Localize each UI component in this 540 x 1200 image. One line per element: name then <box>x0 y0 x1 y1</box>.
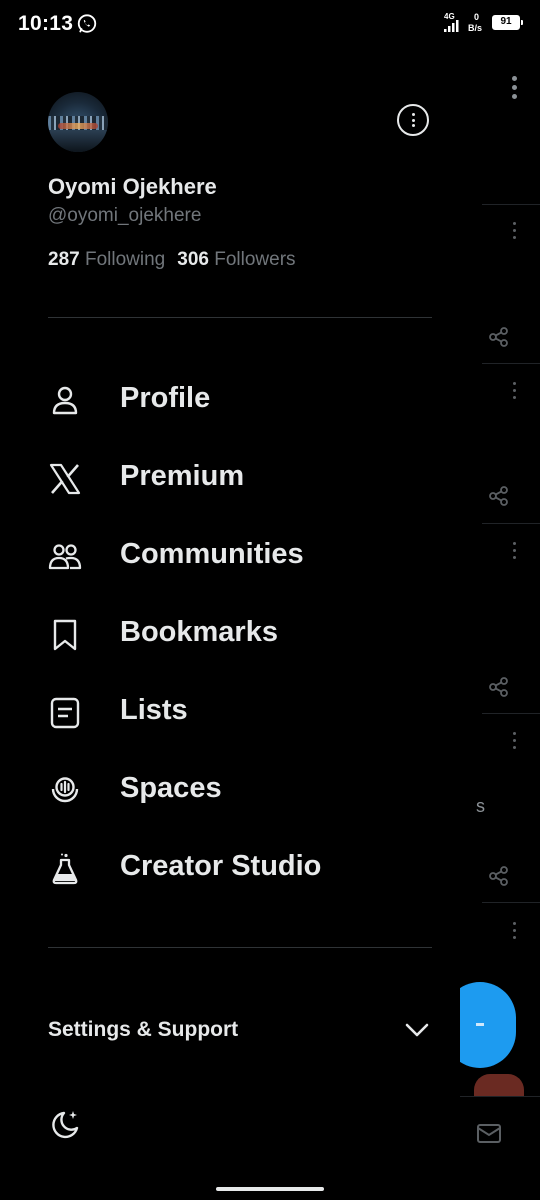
nav-label-premium: Premium <box>120 460 245 492</box>
data-speed-unit: B/s <box>468 23 483 33</box>
compose-fab[interactable] <box>460 982 516 1068</box>
nav-item-premium[interactable]: Premium <box>0 446 460 510</box>
nav-label-spaces: Spaces <box>120 772 222 804</box>
post-more-icon[interactable] <box>512 542 516 562</box>
menu-divider <box>48 947 432 948</box>
whatsapp-icon <box>77 14 97 33</box>
followers-link[interactable]: 306 Followers <box>177 249 295 270</box>
follow-stats: 287 Following 306 Followers <box>48 249 296 271</box>
timeline-partial-text: s <box>476 796 485 816</box>
nav-item-creator-studio[interactable]: Creator Studio <box>0 836 460 900</box>
bottom-nav-bar <box>460 1096 540 1200</box>
signal-icon <box>444 20 459 32</box>
settings-support-toggle[interactable]: Settings & Support <box>0 1004 460 1056</box>
share-icon[interactable] <box>488 326 510 348</box>
side-drawer: Oyomi Ojekhere @oyomi_ojekhere 287 Follo… <box>0 0 460 1200</box>
dark-mode-icon[interactable] <box>48 1108 82 1142</box>
person-icon <box>52 386 78 415</box>
timeline-more-icon[interactable] <box>512 76 517 99</box>
status-time: 10:13 <box>18 12 74 35</box>
spaces-icon <box>51 777 79 803</box>
followers-label: Followers <box>214 249 296 270</box>
following-label: Following <box>84 249 166 270</box>
share-icon[interactable] <box>488 676 510 698</box>
share-icon[interactable] <box>488 865 510 887</box>
post-more-icon[interactable] <box>512 382 516 402</box>
avatar[interactable] <box>48 92 108 152</box>
battery-icon: 91 <box>492 15 523 30</box>
nav-item-communities[interactable]: Communities <box>0 524 460 588</box>
user-handle[interactable]: @oyomi_ojekhere <box>48 205 201 227</box>
x-logo-icon <box>49 463 81 495</box>
avatar-city-lights <box>58 123 98 129</box>
nav-label-lists: Lists <box>120 694 188 726</box>
bookmark-icon <box>53 619 77 651</box>
timeline-divider <box>482 902 540 903</box>
compose-plus-icon <box>476 1023 484 1026</box>
timeline-divider <box>482 204 540 205</box>
nav-label-bookmarks: Bookmarks <box>120 616 278 648</box>
nav-item-lists[interactable]: Lists <box>0 680 460 744</box>
nav-label-communities: Communities <box>120 538 304 570</box>
profile-divider <box>48 317 432 318</box>
share-icon[interactable] <box>488 485 510 507</box>
nav-label-creator-studio: Creator Studio <box>120 850 322 882</box>
mail-icon[interactable] <box>476 1120 502 1146</box>
communities-icon <box>48 544 82 570</box>
data-speed-value: 0 <box>474 12 480 22</box>
followers-count: 306 <box>177 249 209 270</box>
chevron-down-icon <box>405 1023 429 1037</box>
post-more-icon[interactable] <box>512 922 516 942</box>
home-indicator[interactable] <box>216 1187 324 1191</box>
timeline-divider <box>482 363 540 364</box>
list-icon <box>50 697 80 729</box>
nav-item-profile[interactable]: Profile <box>0 368 460 432</box>
post-more-icon[interactable] <box>512 222 516 242</box>
post-more-icon[interactable] <box>512 732 516 752</box>
timeline-divider <box>482 523 540 524</box>
following-link[interactable]: 287 Following <box>48 249 165 270</box>
flask-icon <box>52 853 78 885</box>
status-bar: 10:13 4G 0 B/s 91 <box>0 0 540 48</box>
settings-support-label: Settings & Support <box>48 1018 239 1041</box>
display-name[interactable]: Oyomi Ojekhere <box>48 174 217 200</box>
account-more-button[interactable] <box>397 104 429 136</box>
background-timeline: s <box>460 0 540 1200</box>
nav-item-bookmarks[interactable]: Bookmarks <box>0 602 460 666</box>
battery-level: 91 <box>500 16 512 27</box>
following-count: 287 <box>48 249 80 270</box>
nav-item-spaces[interactable]: Spaces <box>0 758 460 822</box>
timeline-divider <box>482 713 540 714</box>
nav-label-profile: Profile <box>120 382 211 414</box>
avatar-reflection <box>48 130 108 152</box>
